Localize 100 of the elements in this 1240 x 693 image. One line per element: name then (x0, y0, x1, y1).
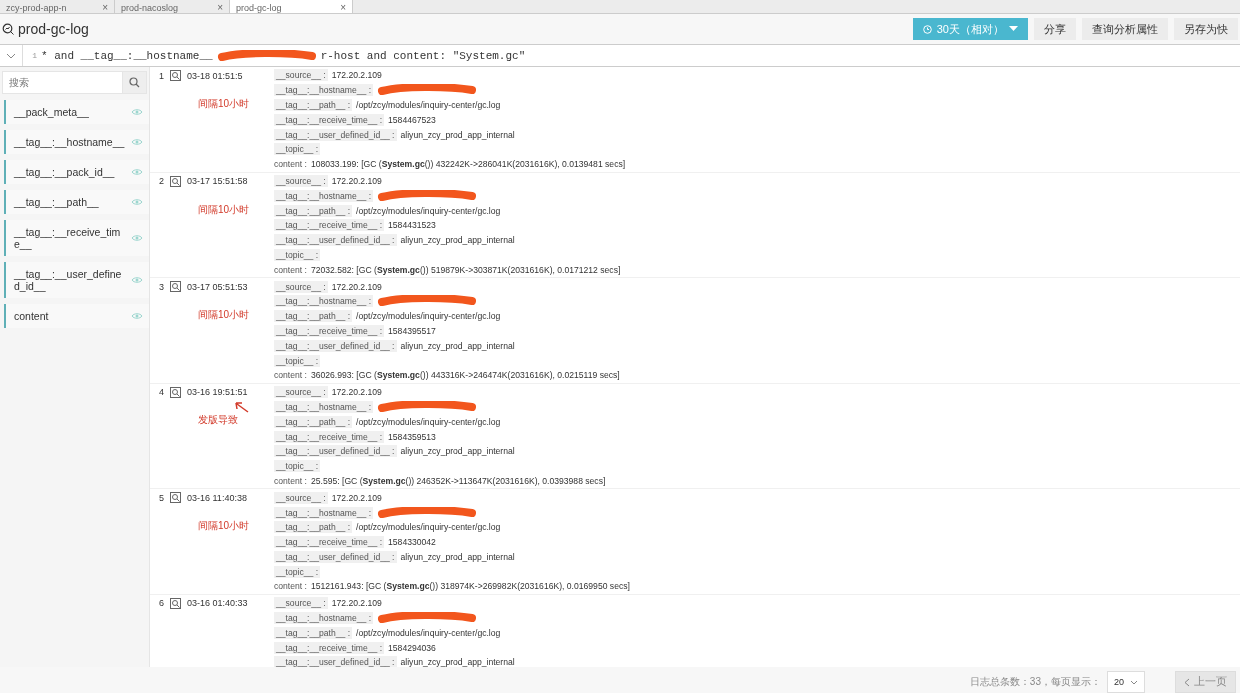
field-key: content : (274, 264, 307, 275)
logstore-icon (2, 23, 14, 35)
field-key: __tag__:__user_defined_id__ : (274, 128, 397, 141)
field-value: 1584467523 (388, 114, 436, 125)
row-number: 2 (159, 176, 164, 187)
field-key: __topic__ : (274, 354, 321, 367)
log-time: 03-16 01:40:33 (187, 598, 248, 609)
log-time: 03-16 11:40:38 (187, 492, 247, 503)
chevron-left-icon (1184, 677, 1190, 687)
search-icon[interactable] (170, 281, 181, 293)
annotation: 发版导致 (198, 412, 238, 427)
tab[interactable]: prod-gc-log × (230, 0, 353, 13)
logstore-title: prod-gc-log (18, 21, 89, 37)
field-key: __tag__:__receive_time__ : (274, 536, 385, 549)
field-key: __tag__:__hostname__ : (274, 189, 374, 202)
toolbar-button[interactable]: 查询分析属性 (1082, 18, 1168, 40)
caret-icon (1009, 26, 1018, 32)
field-value: /opt/zcy/modules/inquiry-center/gc.log (356, 522, 501, 533)
query-text[interactable]: * and __tag__:__hostname__ (41, 49, 213, 62)
close-icon[interactable]: × (102, 3, 108, 13)
field-key: __tag__:__path__ : (274, 99, 353, 111)
field-value: 172.20.2.109 (331, 175, 382, 186)
field-value: 1584359513 (388, 431, 436, 442)
field-value: /opt/zcy/modules/inquiry-center/gc.log (356, 416, 501, 427)
annotation: 间隔10小时 (198, 202, 250, 217)
row-number: 6 (159, 598, 164, 609)
query-text[interactable]: r-host and content: "System.gc" (320, 49, 526, 62)
field-key: __tag__:__hostname__ : (274, 84, 374, 97)
field-value: aliyun_zcy_prod_app_internal (400, 446, 515, 457)
field-value: 72032.582: [GC (System.gc()) 519879K->303871K(2031616K), 0.0171212 secs] (310, 264, 621, 275)
field-value: 172.20.2.109 (331, 387, 382, 398)
close-icon[interactable]: × (340, 3, 346, 13)
field-value: 1584294036 (388, 642, 436, 653)
field-key: __topic__ : (274, 460, 321, 473)
row-number: 3 (159, 281, 164, 292)
field-key: __tag__:__user_defined_id__ : (274, 234, 397, 247)
field-key: __source__ : (274, 69, 328, 82)
field-key: __tag__:__hostname__ : (274, 612, 374, 625)
field-key: __tag__:__receive_time__ : (274, 430, 385, 443)
log-time: 03-17 05:51:53 (187, 281, 248, 292)
field-value: 1584330042 (388, 537, 436, 548)
field-key: __source__ : (274, 386, 328, 399)
search-icon[interactable] (170, 597, 181, 609)
field-key: __tag__:__receive_time__ : (274, 219, 385, 232)
search-icon[interactable] (170, 386, 181, 398)
field-key: __tag__:__hostname__ : (274, 400, 374, 413)
log-time: 03-16 19:51:51 (187, 387, 248, 398)
chevron-down-icon[interactable] (6, 52, 16, 59)
field-key: __source__ : (274, 491, 328, 504)
field-value: /opt/zcy/modules/inquiry-center/gc.log (356, 627, 501, 638)
field-key: __source__ : (274, 597, 328, 610)
annotation: 间隔10小时 (198, 308, 250, 323)
field-value: 108033.199: [GC (System.gc()) 432242K->286041K(2031616K), 0.0139481 secs] (310, 159, 626, 170)
toolbar-button[interactable]: 分享 (1034, 18, 1076, 40)
field-value: /opt/zcy/modules/inquiry-center/gc.log (356, 311, 501, 322)
row-number: 4 (159, 387, 164, 398)
field-value: 36026.993: [GC (System.gc()) 443316K->246474K(2031616K), 0.0215119 secs] (310, 370, 620, 381)
field-key: __topic__ : (274, 248, 321, 261)
field-key: __tag__:__receive_time__ : (274, 113, 385, 126)
search-field[interactable]: 搜索 (2, 71, 123, 94)
annotation: 间隔10小时 (198, 97, 250, 111)
search-button[interactable] (123, 71, 147, 94)
field-key: __source__ : (274, 174, 328, 187)
field-value: 172.20.2.109 (331, 70, 382, 81)
field-key: __tag__:__path__ : (274, 415, 353, 428)
chevron-down-icon (1130, 679, 1138, 685)
field-value: aliyun_zcy_prod_app_internal (400, 551, 515, 562)
toolbar-button[interactable]: 另存为快 (1174, 18, 1238, 40)
field-value: 1584431523 (388, 220, 436, 231)
field-key: content : (274, 159, 307, 170)
page-size-select[interactable]: 20 (1107, 671, 1145, 693)
search-icon (129, 77, 140, 88)
field-value: aliyun_zcy_prod_app_internal (400, 340, 515, 351)
tab[interactable]: zcy-prod-app-n × (0, 0, 115, 13)
field-key: __tag__:__path__ : (274, 204, 353, 217)
field-key: __tag__:__receive_time__ : (274, 641, 385, 654)
search-icon[interactable] (170, 175, 181, 187)
field-key: __tag__:__path__ : (274, 626, 353, 639)
field-key: __tag__:__hostname__ : (274, 295, 374, 308)
field-key: content : (274, 475, 307, 486)
row-number: 5 (159, 492, 164, 503)
line-number: 1 (31, 51, 37, 60)
field-key: __tag__:__path__ : (274, 521, 353, 534)
field-value: 172.20.2.109 (331, 492, 382, 503)
field-key: __source__ : (274, 280, 328, 293)
field-value: 1512161.943: [GC (System.gc()) 318974K->269982K(2031616K), 0.0169950 secs] (310, 581, 630, 592)
close-icon[interactable]: × (217, 3, 223, 13)
field-key: __tag__:__user_defined_id__ : (274, 339, 397, 352)
search-icon[interactable] (170, 70, 181, 81)
field-key: __tag__:__hostname__ : (274, 506, 374, 519)
field-value: 172.20.2.109 (331, 281, 382, 292)
field-key: __topic__ : (274, 565, 321, 578)
field-key: __tag__:__receive_time__ : (274, 324, 385, 337)
field-value: 172.20.2.109 (331, 598, 382, 609)
field-key: content : (274, 370, 307, 381)
search-icon[interactable] (170, 492, 181, 504)
row-number: 1 (159, 70, 164, 81)
field-key: __tag__:__user_defined_id__ : (274, 445, 397, 458)
field-value: aliyun_zcy_prod_app_internal (400, 129, 515, 140)
field-key: __tag__:__path__ : (274, 310, 353, 323)
